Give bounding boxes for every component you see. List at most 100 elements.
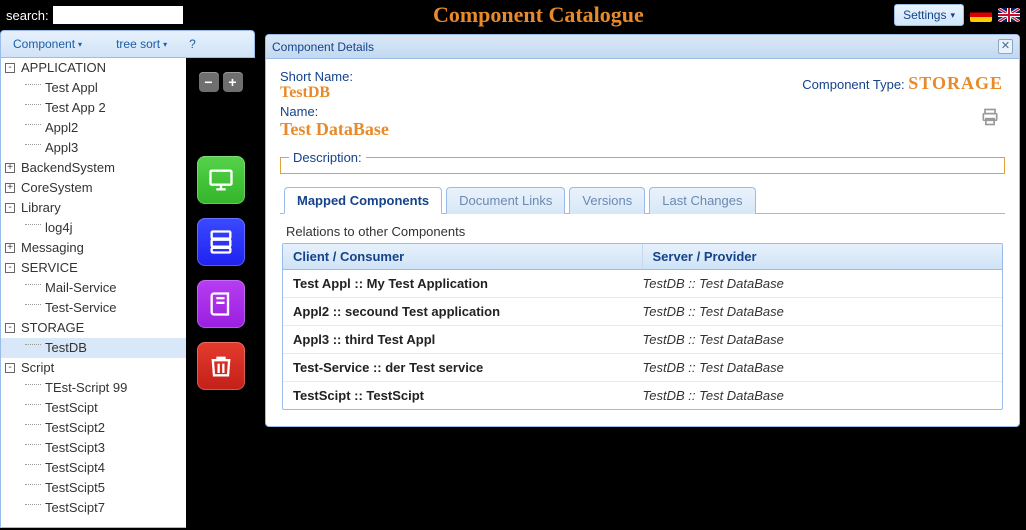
- cell-server: TestDB :: Test DataBase: [643, 304, 993, 319]
- name-value: Test DataBase: [280, 119, 1005, 140]
- tree-leaf[interactable]: TestDB: [1, 338, 186, 358]
- help-button[interactable]: ?: [185, 35, 200, 53]
- monitor-icon[interactable]: [197, 156, 245, 204]
- app-title: Component Catalogue: [183, 2, 894, 28]
- tree-leaf[interactable]: Appl3: [1, 138, 186, 158]
- column-server[interactable]: Server / Provider: [643, 244, 1003, 269]
- tree-leaf-label[interactable]: Mail-Service: [45, 280, 117, 295]
- tree-leaf-label[interactable]: TEst-Script 99: [45, 380, 127, 395]
- table-row[interactable]: Appl2 :: secound Test applicationTestDB …: [283, 298, 1002, 326]
- tree-leaf[interactable]: TestScipt2: [1, 418, 186, 438]
- table-row[interactable]: TestScipt :: TestSciptTestDB :: Test Dat…: [283, 382, 1002, 409]
- expand-icon[interactable]: +: [5, 163, 15, 173]
- tree-node[interactable]: -Library: [1, 198, 186, 218]
- table-row[interactable]: Test Appl :: My Test ApplicationTestDB :…: [283, 270, 1002, 298]
- tree-node[interactable]: -APPLICATION: [1, 58, 186, 78]
- component-tree: -APPLICATIONTest ApplTest App 2Appl2Appl…: [0, 58, 186, 528]
- collapse-icon[interactable]: -: [5, 263, 15, 273]
- tree-node[interactable]: -Script: [1, 358, 186, 378]
- settings-button[interactable]: Settings ▾: [894, 4, 964, 26]
- tab-last-changes[interactable]: Last Changes: [649, 187, 755, 214]
- collapse-icon[interactable]: -: [5, 63, 15, 73]
- cell-server: TestDB :: Test DataBase: [643, 388, 993, 403]
- flag-de-icon[interactable]: [970, 8, 992, 22]
- table-row[interactable]: Test-Service :: der Test serviceTestDB :…: [283, 354, 1002, 382]
- tree-leaf[interactable]: Appl2: [1, 118, 186, 138]
- relations-grid: Client / Consumer Server / Provider Test…: [282, 243, 1003, 410]
- tree-leaf-label[interactable]: TestDB: [45, 340, 87, 355]
- collapse-icon[interactable]: -: [5, 323, 15, 333]
- tree-leaf[interactable]: TEst-Script 99: [1, 378, 186, 398]
- book-icon[interactable]: [197, 280, 245, 328]
- tree-leaf-label[interactable]: Test Appl: [45, 80, 98, 95]
- collapse-all-button[interactable]: −: [199, 72, 219, 92]
- settings-label: Settings: [903, 8, 946, 22]
- tab-mapped-components[interactable]: Mapped Components: [284, 187, 442, 214]
- chevron-down-icon: ▾: [78, 40, 82, 49]
- tree-leaf-label[interactable]: Test-Service: [45, 300, 117, 315]
- tree-leaf-label[interactable]: TestScipt5: [45, 480, 105, 495]
- tree-node[interactable]: + CoreSystem: [1, 178, 186, 198]
- cell-client: Appl2 :: secound Test application: [293, 304, 643, 319]
- tree-node[interactable]: + Messaging: [1, 238, 186, 258]
- tree-leaf[interactable]: TestScipt4: [1, 458, 186, 478]
- table-row[interactable]: Appl3 :: third Test ApplTestDB :: Test D…: [283, 326, 1002, 354]
- tree-node-label[interactable]: BackendSystem: [21, 160, 115, 175]
- tab-versions[interactable]: Versions: [569, 187, 645, 214]
- tree-leaf-label[interactable]: TestScipt7: [45, 500, 105, 515]
- tree-leaf[interactable]: Mail-Service: [1, 278, 186, 298]
- cell-server: TestDB :: Test DataBase: [643, 332, 993, 347]
- name-label: Name:: [280, 104, 1005, 119]
- expand-icon[interactable]: +: [5, 243, 15, 253]
- tree-leaf-label[interactable]: log4j: [45, 220, 72, 235]
- chevron-down-icon: ▾: [950, 10, 955, 21]
- tree-leaf[interactable]: Test Appl: [1, 78, 186, 98]
- close-icon[interactable]: ✕: [998, 39, 1013, 54]
- print-icon[interactable]: [979, 107, 1001, 125]
- tree-leaf-label[interactable]: TestScipt4: [45, 460, 105, 475]
- server-icon[interactable]: [197, 218, 245, 266]
- tree-node[interactable]: -SERVICE: [1, 258, 186, 278]
- tree-leaf[interactable]: Test-Service: [1, 298, 186, 318]
- tree-leaf-label[interactable]: TestScipt3: [45, 440, 105, 455]
- tree-node-label[interactable]: Script: [21, 360, 54, 375]
- trash-icon[interactable]: [197, 342, 245, 390]
- cell-client: Appl3 :: third Test Appl: [293, 332, 643, 347]
- tree-node-label[interactable]: CoreSystem: [21, 180, 93, 195]
- tree-leaf[interactable]: Test App 2: [1, 98, 186, 118]
- tree-node-label[interactable]: Messaging: [21, 240, 84, 255]
- flag-uk-icon[interactable]: [998, 8, 1020, 22]
- tree-leaf[interactable]: log4j: [1, 218, 186, 238]
- tree-leaf-label[interactable]: Test App 2: [45, 100, 106, 115]
- tree-leaf-label[interactable]: TestScipt: [45, 400, 98, 415]
- cell-client: Test Appl :: My Test Application: [293, 276, 643, 291]
- tree-node[interactable]: -STORAGE: [1, 318, 186, 338]
- collapse-icon[interactable]: -: [5, 203, 15, 213]
- collapse-icon[interactable]: -: [5, 363, 15, 373]
- tree-leaf[interactable]: TestScipt7: [1, 498, 186, 518]
- tree-node-label[interactable]: APPLICATION: [21, 60, 106, 75]
- tab-document-links[interactable]: Document Links: [446, 187, 565, 214]
- cell-server: TestDB :: Test DataBase: [643, 360, 993, 375]
- cell-client: TestScipt :: TestScipt: [293, 388, 643, 403]
- component-menu[interactable]: Component▾: [9, 35, 86, 53]
- tree-node[interactable]: + BackendSystem: [1, 158, 186, 178]
- tree-sort-menu[interactable]: tree sort▾: [112, 35, 171, 53]
- relations-title: Relations to other Components: [286, 224, 1003, 239]
- tree-leaf-label[interactable]: TestScipt2: [45, 420, 105, 435]
- tree-leaf-label[interactable]: Appl2: [45, 120, 78, 135]
- panel-title: Component Details: [272, 40, 374, 54]
- expand-all-button[interactable]: +: [223, 72, 243, 92]
- description-label: Description:: [289, 150, 366, 165]
- column-client[interactable]: Client / Consumer: [283, 244, 643, 269]
- cell-client: Test-Service :: der Test service: [293, 360, 643, 375]
- tree-node-label[interactable]: Library: [21, 200, 61, 215]
- tree-leaf[interactable]: TestScipt: [1, 398, 186, 418]
- tree-leaf[interactable]: TestScipt5: [1, 478, 186, 498]
- tree-node-label[interactable]: SERVICE: [21, 260, 78, 275]
- search-input[interactable]: [53, 6, 183, 24]
- expand-icon[interactable]: +: [5, 183, 15, 193]
- tree-node-label[interactable]: STORAGE: [21, 320, 84, 335]
- tree-leaf[interactable]: TestScipt3: [1, 438, 186, 458]
- tree-leaf-label[interactable]: Appl3: [45, 140, 78, 155]
